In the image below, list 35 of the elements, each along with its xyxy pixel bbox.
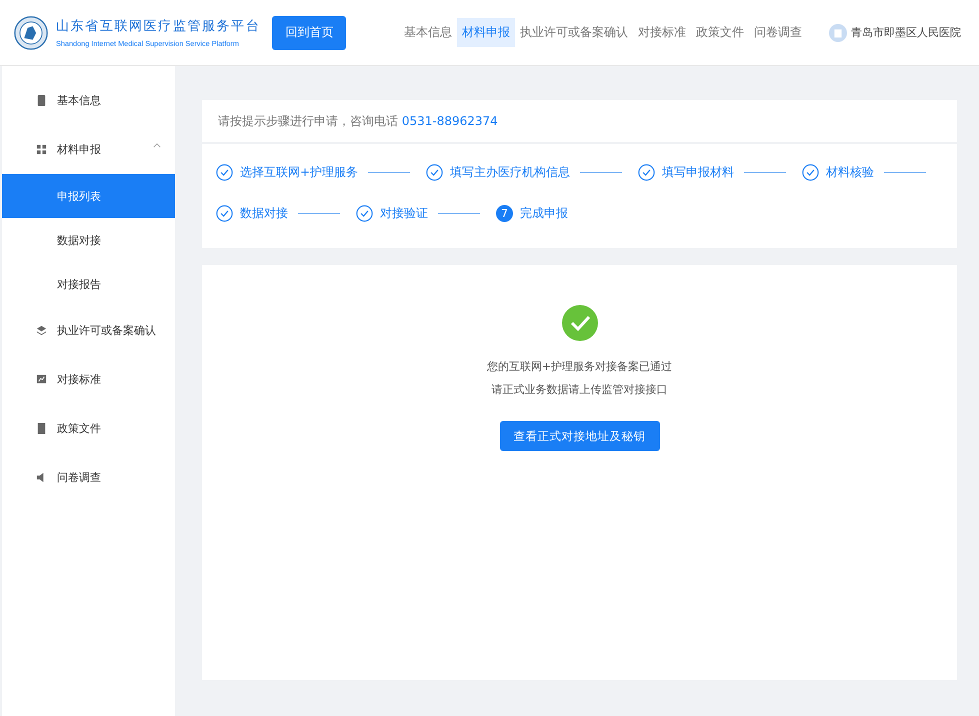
step-label: 填写申报材料: [662, 164, 734, 181]
sidebar-subitem[interactable]: 对接报告: [2, 262, 175, 306]
step-label: 对接验证: [380, 205, 428, 222]
nav-tab[interactable]: 政策文件: [691, 18, 749, 47]
sidebar-item[interactable]: 基本信息: [2, 76, 175, 125]
nav-tab[interactable]: 基本信息: [399, 18, 457, 47]
chart-icon: [36, 374, 47, 385]
step-label: 材料核验: [826, 164, 874, 181]
platform-title: 山东省互联网医疗监管服务平台: [56, 18, 260, 35]
document-icon: [36, 95, 47, 106]
nav-tab[interactable]: 问卷调查: [749, 18, 807, 47]
sidebar-item[interactable]: 对接标准: [2, 355, 175, 404]
step-label: 完成申报: [520, 205, 568, 222]
sidebar-subitem[interactable]: 申报列表: [2, 174, 175, 218]
step-label: 选择互联网+护理服务: [240, 164, 358, 181]
sidebar-item[interactable]: 问卷调查: [2, 453, 175, 502]
result-message: 请正式业务数据请上传监管对接接口: [492, 382, 668, 398]
step-label: 数据对接: [240, 205, 288, 222]
step-number: 7: [496, 205, 513, 222]
user-name[interactable]: 青岛市即墨区人民医院: [851, 25, 961, 40]
sidebar-item[interactable]: 政策文件: [2, 404, 175, 453]
sidebar-subitem[interactable]: 数据对接: [2, 218, 175, 262]
emblem-icon: [14, 16, 48, 50]
notice-text: 请按提示步骤进行申请，咨询电话 0531-88962374: [218, 112, 498, 130]
nav-tab[interactable]: 对接标准: [633, 18, 691, 47]
sidebar-item[interactable]: 材料申报: [2, 125, 175, 174]
sidebar-item[interactable]: 执业许可或备案确认: [2, 306, 175, 355]
view-credentials-button[interactable]: 查看正式对接地址及秘钥: [500, 421, 660, 451]
success-check-icon: [562, 305, 598, 341]
result-message: 您的互联网+护理服务对接备案已通过: [486, 359, 672, 375]
nav-tab[interactable]: 执业许可或备案确认: [515, 18, 633, 47]
step-label: 填写主办医疗机构信息: [450, 164, 570, 181]
layers-icon: [36, 325, 47, 336]
grid-icon: [36, 144, 47, 155]
home-button[interactable]: 回到首页: [272, 16, 346, 50]
